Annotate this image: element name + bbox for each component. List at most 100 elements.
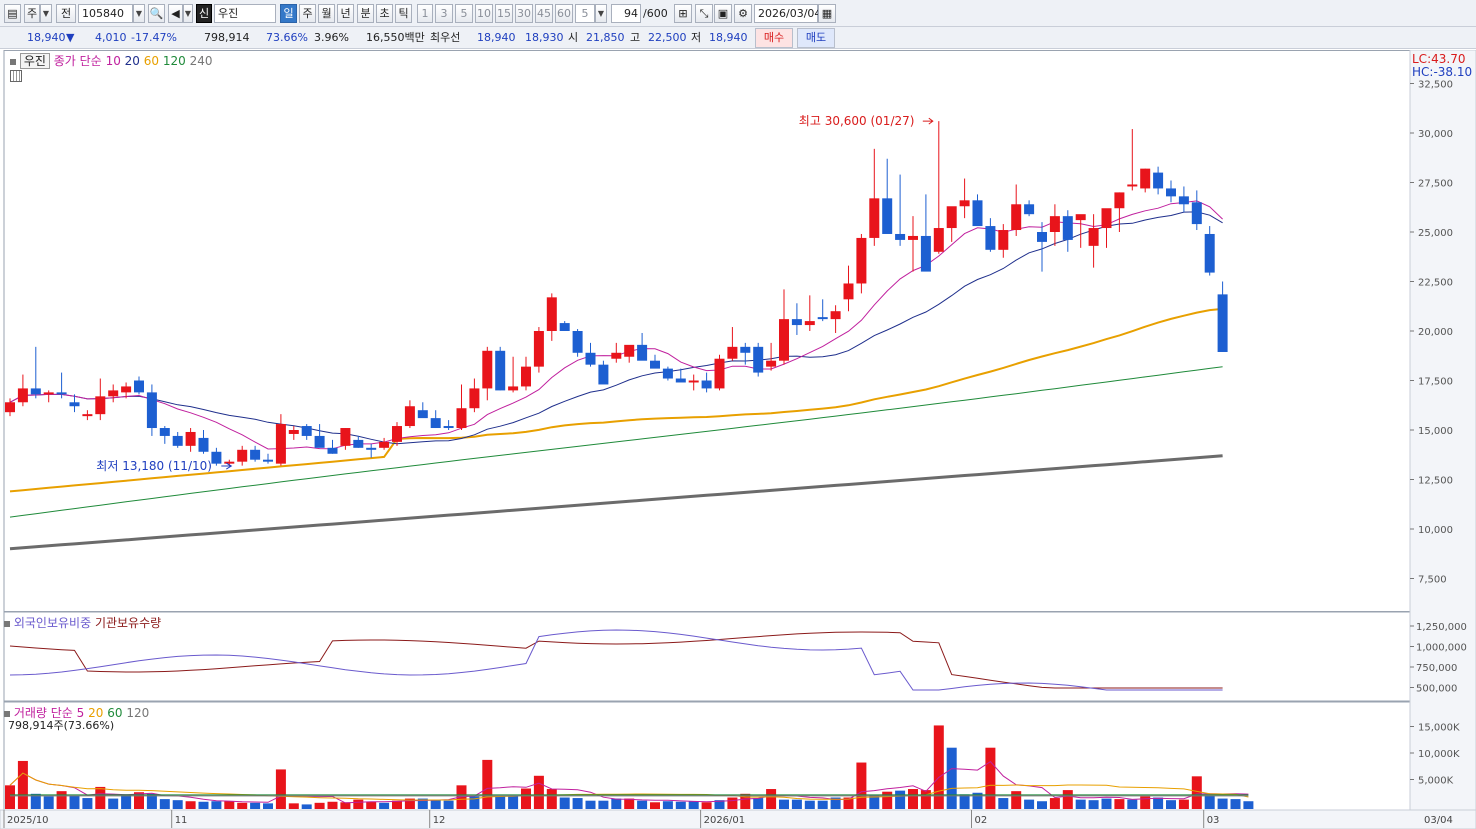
- candle-body[interactable]: [598, 364, 609, 385]
- candle-body[interactable]: [198, 437, 209, 452]
- candle-body[interactable]: [804, 321, 815, 326]
- candle-body[interactable]: [82, 414, 93, 417]
- volume-bar[interactable]: [1230, 799, 1241, 809]
- volume-bar[interactable]: [263, 803, 273, 809]
- candle-body[interactable]: [830, 311, 841, 320]
- minute-3-button[interactable]: 3: [435, 4, 453, 23]
- candle-body[interactable]: [495, 350, 506, 391]
- candle-body[interactable]: [856, 237, 867, 284]
- volume-bar[interactable]: [56, 791, 67, 809]
- candle-body[interactable]: [327, 447, 338, 454]
- candle-body[interactable]: [1049, 216, 1060, 232]
- volume-bar[interactable]: [1062, 790, 1073, 809]
- volume-bar[interactable]: [314, 802, 325, 809]
- volume-bar[interactable]: [379, 802, 390, 809]
- volume-bar[interactable]: [275, 769, 286, 809]
- candle-body[interactable]: [1217, 294, 1228, 352]
- ma-20-label[interactable]: 20: [125, 54, 140, 68]
- candle-body[interactable]: [469, 388, 480, 409]
- candle-body[interactable]: [675, 378, 686, 383]
- volume-bar[interactable]: [521, 788, 531, 809]
- candle-body[interactable]: [843, 283, 854, 300]
- volume-bar[interactable]: [69, 795, 80, 809]
- price-name-tag[interactable]: 우진: [19, 53, 50, 69]
- candle-body[interactable]: [1153, 172, 1164, 189]
- volume-bar[interactable]: [1217, 798, 1228, 809]
- volume-bar[interactable]: [327, 801, 338, 809]
- volume-bar[interactable]: [495, 796, 506, 809]
- volume-bar[interactable]: [1204, 795, 1215, 809]
- volume-bar[interactable]: [250, 802, 261, 809]
- volume-bar[interactable]: [933, 725, 944, 809]
- candle-body[interactable]: [159, 428, 170, 436]
- candle-body[interactable]: [121, 386, 132, 393]
- candle-body[interactable]: [340, 428, 351, 446]
- volume-bar[interactable]: [198, 801, 209, 809]
- display-count-input[interactable]: 94: [611, 4, 641, 23]
- candle-body[interactable]: [237, 449, 248, 462]
- candle-body[interactable]: [185, 431, 196, 446]
- volume-bar[interactable]: [766, 789, 777, 809]
- date-input[interactable]: 2026/03/04: [754, 4, 821, 23]
- chart-area[interactable]: 32,500 30,000 27,500 25,000 22,500 20,000 17,5…: [0, 50, 1476, 829]
- volume-bar[interactable]: [637, 800, 648, 809]
- volume-bar[interactable]: [611, 798, 622, 809]
- candle-body[interactable]: [920, 235, 931, 272]
- search-icon[interactable]: 🔍: [148, 4, 165, 23]
- volume-bar[interactable]: [224, 801, 235, 809]
- period-year-button[interactable]: 년: [337, 4, 354, 23]
- candle-body[interactable]: [404, 406, 415, 427]
- period-day-button[interactable]: 일: [280, 4, 297, 23]
- volume-bar[interactable]: [482, 759, 493, 809]
- candle-body[interactable]: [508, 386, 519, 391]
- candle-body[interactable]: [688, 380, 699, 383]
- volume-bar[interactable]: [1114, 799, 1125, 809]
- candle-body[interactable]: [1204, 233, 1215, 273]
- buy-button[interactable]: 매수: [755, 28, 793, 48]
- candle-body[interactable]: [379, 441, 390, 448]
- interval-dropdown-icon[interactable]: ▼: [595, 4, 607, 23]
- candle-body[interactable]: [714, 358, 725, 389]
- volume-bar[interactable]: [1101, 798, 1112, 809]
- volume-bar[interactable]: [895, 790, 906, 809]
- period-week-button[interactable]: 주: [299, 4, 316, 23]
- candle-body[interactable]: [5, 402, 15, 413]
- candle-body[interactable]: [817, 317, 828, 320]
- volume-bar[interactable]: [185, 801, 196, 809]
- foreign-holding-label[interactable]: 외국인보유비중: [14, 616, 91, 630]
- ma-60-label[interactable]: 60: [144, 54, 159, 68]
- volume-bar[interactable]: [701, 802, 712, 809]
- candle-body[interactable]: [727, 346, 738, 359]
- candle-body[interactable]: [1024, 204, 1035, 215]
- candle-body[interactable]: [275, 424, 286, 464]
- candle-body[interactable]: [146, 392, 157, 429]
- volume-bar[interactable]: [211, 801, 222, 809]
- candle-body[interactable]: [1088, 228, 1099, 246]
- speaker-dropdown-icon[interactable]: ▼: [183, 4, 193, 23]
- minute-10-button[interactable]: 10: [475, 4, 493, 23]
- period-minute-button[interactable]: 분: [357, 4, 374, 23]
- candle-body[interactable]: [108, 390, 119, 397]
- candle-body[interactable]: [263, 459, 273, 462]
- volume-bar[interactable]: [998, 798, 1009, 809]
- candle-body[interactable]: [933, 228, 944, 252]
- volume-bar[interactable]: [546, 789, 557, 809]
- candle-body[interactable]: [443, 426, 454, 429]
- volume-bar[interactable]: [95, 786, 106, 809]
- candle-body[interactable]: [1178, 196, 1189, 205]
- volume-bar[interactable]: [753, 798, 764, 809]
- candle-body[interactable]: [521, 366, 531, 387]
- volume-bar[interactable]: [430, 799, 441, 809]
- ma-120-label[interactable]: 120: [163, 54, 186, 68]
- volume-bar[interactable]: [1049, 798, 1060, 809]
- period-tick-button[interactable]: 틱: [395, 4, 412, 23]
- volume-bar[interactable]: [353, 799, 364, 809]
- volume-bar[interactable]: [121, 794, 132, 809]
- calendar-icon[interactable]: ▦: [818, 4, 836, 23]
- candle-body[interactable]: [224, 461, 235, 464]
- candle-body[interactable]: [585, 352, 596, 365]
- chart-menu-icon[interactable]: ▤: [4, 4, 21, 23]
- candle-body[interactable]: [611, 352, 622, 359]
- volume-bar[interactable]: [301, 804, 312, 809]
- candle-body[interactable]: [662, 368, 673, 379]
